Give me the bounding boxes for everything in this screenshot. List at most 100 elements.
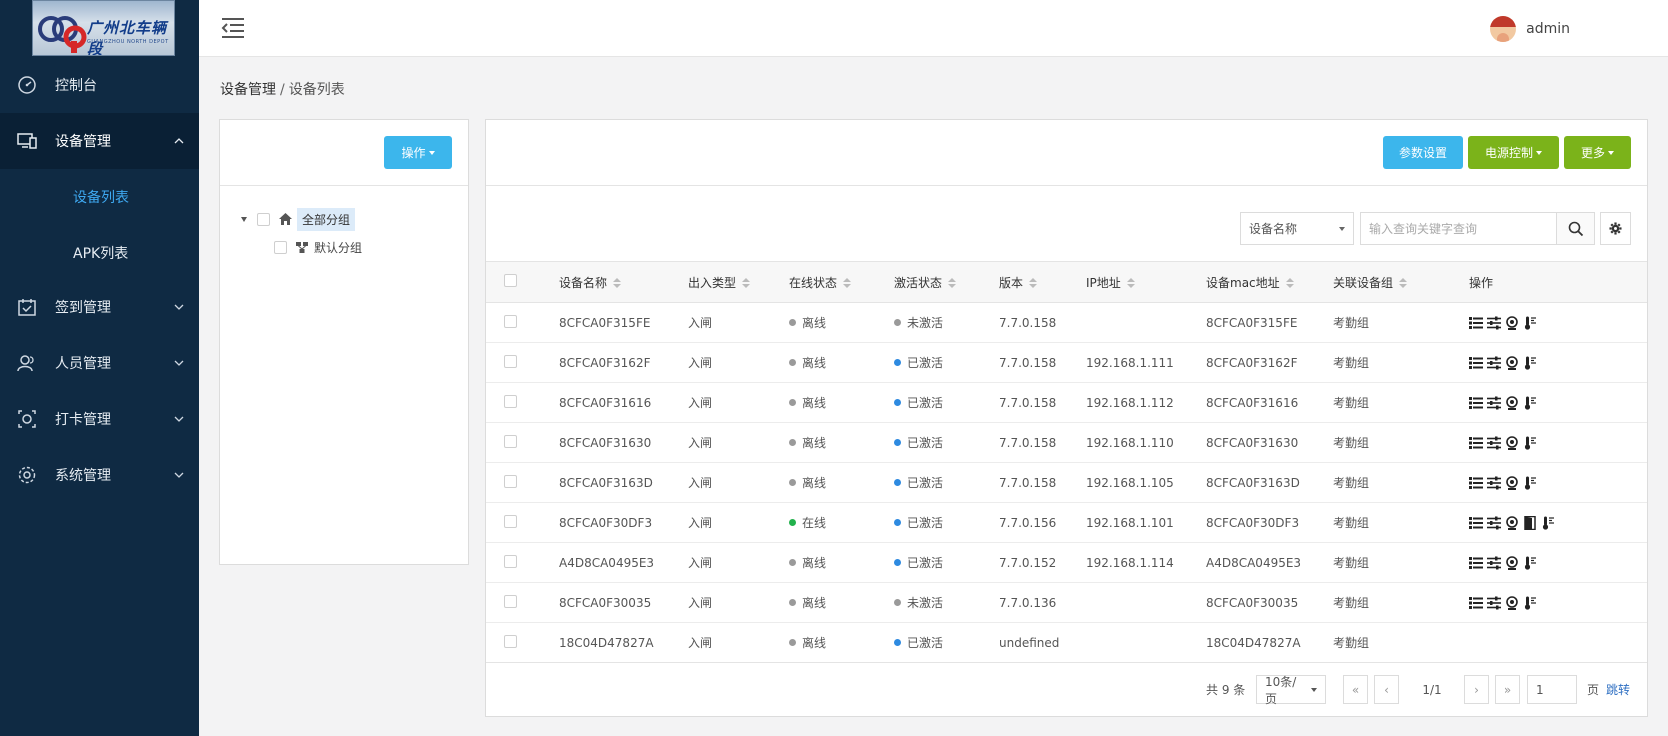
table-row[interactable]: 8CFCA0F3162F 入闸 离线 已激活 7.7.0.158 192.168.1.11…	[486, 342, 1647, 383]
list-icon[interactable]	[1469, 516, 1483, 530]
power-control-button[interactable]: 电源控制	[1468, 136, 1559, 169]
webcam-icon[interactable]	[1505, 595, 1519, 610]
row-checkbox[interactable]	[504, 594, 517, 608]
thermometer-icon[interactable]	[1523, 436, 1537, 450]
tree-operation-button[interactable]: 操作	[384, 136, 452, 169]
webcam-icon[interactable]	[1505, 555, 1519, 570]
more-button[interactable]: 更多	[1564, 136, 1631, 169]
row-checkbox[interactable]	[504, 634, 517, 648]
params-button[interactable]: 参数设置	[1383, 136, 1463, 169]
tree-node-root[interactable]: 全部分组	[241, 207, 356, 231]
sidebar-item-devices[interactable]: 设备管理	[0, 113, 199, 169]
header-device-name[interactable]: 设备名称	[559, 261, 688, 303]
select-all-checkbox[interactable]	[504, 274, 517, 287]
row-checkbox[interactable]	[504, 314, 517, 328]
jump-link[interactable]: 跳转	[1606, 675, 1630, 704]
header-group[interactable]: 关联设备组	[1333, 261, 1469, 303]
webcam-icon[interactable]	[1505, 315, 1519, 330]
sort-icon[interactable]	[1285, 278, 1294, 288]
row-checkbox[interactable]	[504, 354, 517, 368]
row-checkbox[interactable]	[504, 554, 517, 568]
sort-icon[interactable]	[613, 278, 622, 288]
thermometer-icon[interactable]	[1523, 356, 1537, 370]
table-row[interactable]: 8CFCA0F30035 入闸 离线 未激活 7.7.0.136 8CFCA0F30035…	[486, 582, 1647, 623]
sidebar-item-signin[interactable]: 签到管理	[0, 279, 199, 335]
sliders-icon[interactable]	[1487, 356, 1501, 370]
tree-root-label[interactable]: 全部分组	[297, 207, 356, 231]
thermometer-icon[interactable]	[1523, 596, 1537, 610]
webcam-icon[interactable]	[1505, 475, 1519, 490]
webcam-icon[interactable]	[1505, 515, 1519, 530]
webcam-icon[interactable]	[1505, 395, 1519, 410]
first-page-button[interactable]: «	[1343, 675, 1368, 704]
last-page-button[interactable]: »	[1495, 675, 1520, 704]
tree-root-checkbox[interactable]	[257, 212, 270, 226]
table-row[interactable]: 8CFCA0F3163D 入闸 离线 已激活 7.7.0.158 192.168.1.10…	[486, 462, 1647, 503]
search-field-select[interactable]: 设备名称	[1240, 212, 1354, 245]
header-ip[interactable]: IP地址	[1086, 261, 1206, 303]
sliders-icon[interactable]	[1487, 476, 1501, 490]
thermometer-icon[interactable]	[1523, 476, 1537, 490]
sliders-icon[interactable]	[1487, 436, 1501, 450]
table-row[interactable]: A4D8CA0495E3 入闸 离线 已激活 7.7.0.152 192.168.1.11…	[486, 542, 1647, 583]
sidebar-item-personnel[interactable]: 人员管理	[0, 335, 199, 391]
sliders-icon[interactable]	[1487, 396, 1501, 410]
sliders-icon[interactable]	[1487, 316, 1501, 330]
webcam-icon[interactable]	[1505, 355, 1519, 370]
webcam-icon[interactable]	[1505, 435, 1519, 450]
table-row[interactable]: 8CFCA0F315FE 入闸 离线 未激活 7.7.0.158 8CFCA0F315FE…	[486, 302, 1647, 343]
door-icon[interactable]	[1523, 515, 1537, 530]
search-input[interactable]	[1360, 212, 1557, 245]
header-mac[interactable]: 设备mac地址	[1206, 261, 1333, 303]
sidebar-item-punch[interactable]: 打卡管理	[0, 391, 199, 447]
table-row[interactable]: 8CFCA0F30DF3 入闸 在线 已激活 7.7.0.156 192.168.1.10…	[486, 502, 1647, 543]
sidebar-item-dashboard[interactable]: 控制台	[0, 57, 199, 113]
row-checkbox[interactable]	[504, 474, 517, 488]
list-icon[interactable]	[1469, 356, 1483, 370]
header-online[interactable]: 在线状态	[789, 261, 894, 303]
list-icon[interactable]	[1469, 316, 1483, 330]
sort-icon[interactable]	[1399, 278, 1408, 288]
tree-node-default[interactable]: 默认分组	[274, 236, 362, 258]
sliders-icon[interactable]	[1487, 596, 1501, 610]
list-icon[interactable]	[1469, 436, 1483, 450]
list-icon[interactable]	[1469, 556, 1483, 570]
column-settings-button[interactable]	[1600, 212, 1631, 245]
row-checkbox[interactable]	[504, 394, 517, 408]
thermometer-icon[interactable]	[1523, 316, 1537, 330]
header-version[interactable]: 版本	[999, 261, 1086, 303]
sliders-icon[interactable]	[1487, 556, 1501, 570]
tree-node-checkbox[interactable]	[274, 240, 287, 254]
sidebar-item-system[interactable]: 系统管理	[0, 447, 199, 503]
breadcrumb-parent[interactable]: 设备管理	[220, 82, 276, 98]
sort-icon[interactable]	[948, 278, 957, 288]
list-icon[interactable]	[1469, 396, 1483, 410]
table-row[interactable]: 8CFCA0F31630 入闸 离线 已激活 7.7.0.158 192.168.1.11…	[486, 422, 1647, 463]
tree-node-label[interactable]: 默认分组	[314, 239, 362, 256]
row-checkbox[interactable]	[504, 514, 517, 528]
user-menu[interactable]: admin	[1490, 16, 1570, 42]
prev-page-button[interactable]: ‹	[1374, 675, 1399, 704]
sliders-icon[interactable]	[1487, 516, 1501, 530]
row-checkbox[interactable]	[504, 434, 517, 448]
thermometer-icon[interactable]	[1523, 396, 1537, 410]
header-activation[interactable]: 激活状态	[894, 261, 999, 303]
sort-icon[interactable]	[1126, 278, 1135, 288]
table-row[interactable]: 18C04D47827A 入闸 离线 已激活 undefined 18C04D47827A…	[486, 622, 1647, 663]
menu-collapse-icon[interactable]	[221, 17, 245, 39]
table-row[interactable]: 8CFCA0F31616 入闸 离线 已激活 7.7.0.158 192.168.1.11…	[486, 382, 1647, 423]
sort-icon[interactable]	[843, 278, 852, 288]
header-io-type[interactable]: 出入类型	[688, 261, 789, 303]
page-size-select[interactable]: 10条/页	[1256, 675, 1326, 706]
thermometer-icon[interactable]	[1541, 516, 1555, 530]
search-button[interactable]	[1557, 212, 1595, 245]
next-page-button[interactable]: ›	[1464, 675, 1489, 704]
sidebar-subitem-apk-list[interactable]: APK列表	[0, 225, 199, 281]
jump-page-input[interactable]: 1	[1527, 675, 1577, 704]
sort-icon[interactable]	[1029, 278, 1038, 288]
sidebar-subitem-device-list[interactable]: 设备列表	[0, 169, 199, 225]
list-icon[interactable]	[1469, 596, 1483, 610]
tree-expand-icon[interactable]	[241, 216, 247, 222]
sort-icon[interactable]	[742, 278, 751, 288]
list-icon[interactable]	[1469, 476, 1483, 490]
